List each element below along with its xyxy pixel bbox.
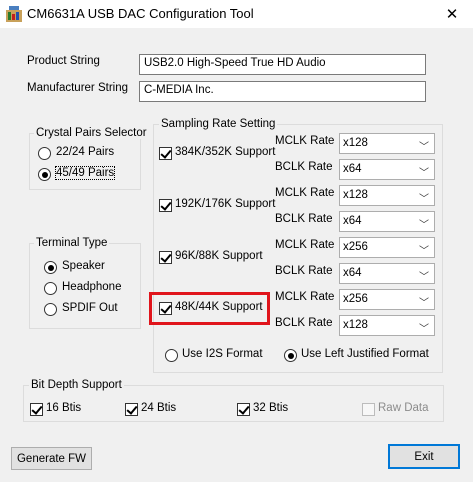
mclk-rate-label: MCLK Rate bbox=[275, 135, 335, 147]
bit-depth-label: 24 Btis bbox=[141, 402, 177, 414]
sampling-row-192k[interactable]: 192K/176K Support bbox=[159, 198, 275, 214]
format-option-i2s[interactable]: Use I2S Format bbox=[165, 348, 275, 364]
terminal-type-title: Terminal Type bbox=[34, 237, 110, 249]
select-value: x128 bbox=[343, 319, 368, 331]
radio-22-24[interactable] bbox=[38, 147, 51, 160]
radio-headphone[interactable] bbox=[44, 282, 57, 295]
format-option-label: Use I2S Format bbox=[182, 348, 263, 360]
chevron-down-icon: ﹀ bbox=[419, 220, 429, 231]
app-icon bbox=[6, 6, 22, 22]
terminal-option-speaker[interactable]: Speaker bbox=[44, 260, 134, 276]
terminal-option-label: Headphone bbox=[62, 281, 122, 293]
radio-45-49[interactable] bbox=[38, 168, 51, 181]
generate-fw-button[interactable]: Generate FW bbox=[11, 447, 92, 470]
close-button[interactable]: ✕ bbox=[431, 0, 473, 28]
sampling-row-384k[interactable]: 384K/352K Support bbox=[159, 146, 275, 162]
bclk-select-192k[interactable]: x64 ﹀ bbox=[339, 211, 435, 232]
crystal-option-label: 22/24 Pairs bbox=[56, 146, 115, 158]
chevron-down-icon: ﹀ bbox=[419, 324, 429, 335]
format-option-label: Use Left Justified Format bbox=[301, 348, 429, 360]
bclk-rate-label: BCLK Rate bbox=[275, 265, 333, 277]
select-value: x64 bbox=[343, 267, 362, 279]
bclk-rate-label: BCLK Rate bbox=[275, 317, 333, 329]
chevron-down-icon: ﹀ bbox=[419, 246, 429, 257]
radio-spdif[interactable] bbox=[44, 303, 57, 316]
select-value: x256 bbox=[343, 241, 368, 253]
checkbox-16-bit[interactable] bbox=[30, 403, 43, 416]
terminal-option-label: Speaker bbox=[62, 260, 105, 272]
chevron-down-icon: ﹀ bbox=[419, 272, 429, 283]
product-string-label: Product String bbox=[27, 55, 100, 67]
mclk-select-192k[interactable]: x128 ﹀ bbox=[339, 185, 435, 206]
select-value: x256 bbox=[343, 293, 368, 305]
chevron-down-icon: ﹀ bbox=[419, 168, 429, 179]
sampling-row-label: 96K/88K Support bbox=[175, 250, 263, 262]
checkbox-32-bit[interactable] bbox=[237, 403, 250, 416]
sampling-row-96k[interactable]: 96K/88K Support bbox=[159, 250, 271, 266]
bit-depth-title: Bit Depth Support bbox=[29, 379, 124, 391]
window-title: CM6631A USB DAC Configuration Tool bbox=[27, 6, 254, 21]
crystal-option-45-49[interactable]: 45/49 Pairs bbox=[38, 166, 138, 183]
select-value: x128 bbox=[343, 137, 368, 149]
sampling-row-48k[interactable]: 48K/44K Support bbox=[159, 301, 264, 317]
bit-depth-raw: Raw Data bbox=[362, 402, 437, 418]
bclk-select-96k[interactable]: x64 ﹀ bbox=[339, 263, 435, 284]
checkbox-384k[interactable] bbox=[159, 147, 172, 160]
bit-depth-label: 32 Btis bbox=[253, 402, 289, 414]
checkbox-raw-data bbox=[362, 403, 375, 416]
radio-speaker[interactable] bbox=[44, 261, 57, 274]
title-bar: CM6631A USB DAC Configuration Tool ✕ bbox=[0, 0, 473, 28]
bclk-rate-label: BCLK Rate bbox=[275, 161, 333, 173]
bit-depth-32[interactable]: 32 Btis bbox=[237, 402, 307, 418]
mclk-rate-label: MCLK Rate bbox=[275, 187, 335, 199]
checkbox-48k[interactable] bbox=[159, 302, 172, 315]
mclk-select-48k[interactable]: x256 ﹀ bbox=[339, 289, 435, 310]
close-icon: ✕ bbox=[445, 6, 459, 23]
manufacturer-string-input[interactable]: C-MEDIA Inc. bbox=[139, 81, 426, 102]
bclk-rate-label: BCLK Rate bbox=[275, 213, 333, 225]
format-option-left-justified[interactable]: Use Left Justified Format bbox=[284, 348, 434, 364]
manufacturer-string-label: Manufacturer String bbox=[27, 82, 128, 94]
sampling-row-label: 384K/352K Support bbox=[175, 146, 276, 158]
crystal-pairs-title: Crystal Pairs Selector bbox=[34, 127, 149, 139]
bclk-select-384k[interactable]: x64 ﹀ bbox=[339, 159, 435, 180]
mclk-select-96k[interactable]: x256 ﹀ bbox=[339, 237, 435, 258]
chevron-down-icon: ﹀ bbox=[419, 298, 429, 309]
bclk-select-48k[interactable]: x128 ﹀ bbox=[339, 315, 435, 336]
bit-depth-label: 16 Btis bbox=[46, 402, 82, 414]
sampling-row-label: 48K/44K Support bbox=[175, 301, 263, 313]
radio-left-justified[interactable] bbox=[284, 349, 297, 362]
exit-button[interactable]: Exit bbox=[388, 444, 460, 469]
mclk-rate-label: MCLK Rate bbox=[275, 291, 335, 303]
bit-depth-24[interactable]: 24 Btis bbox=[125, 402, 195, 418]
sampling-row-label: 192K/176K Support bbox=[175, 198, 276, 210]
sampling-rate-title: Sampling Rate Setting bbox=[159, 118, 278, 130]
chevron-down-icon: ﹀ bbox=[419, 142, 429, 153]
terminal-option-spdif[interactable]: SPDIF Out bbox=[44, 302, 134, 318]
crystal-option-22-24[interactable]: 22/24 Pairs bbox=[38, 146, 138, 162]
radio-i2s[interactable] bbox=[165, 349, 178, 362]
bit-depth-label: Raw Data bbox=[378, 402, 429, 414]
select-value: x64 bbox=[343, 215, 362, 227]
checkbox-24-bit[interactable] bbox=[125, 403, 138, 416]
select-value: x64 bbox=[343, 163, 362, 175]
terminal-option-label: SPDIF Out bbox=[62, 302, 118, 314]
mclk-select-384k[interactable]: x128 ﹀ bbox=[339, 133, 435, 154]
mclk-rate-label: MCLK Rate bbox=[275, 239, 335, 251]
checkbox-192k[interactable] bbox=[159, 199, 172, 212]
select-value: x128 bbox=[343, 189, 368, 201]
terminal-option-headphone[interactable]: Headphone bbox=[44, 281, 134, 297]
chevron-down-icon: ﹀ bbox=[419, 194, 429, 205]
checkbox-96k[interactable] bbox=[159, 251, 172, 264]
crystal-option-label: 45/49 Pairs bbox=[54, 166, 116, 180]
product-string-input[interactable]: USB2.0 High-Speed True HD Audio bbox=[139, 54, 426, 75]
bit-depth-16[interactable]: 16 Btis bbox=[30, 402, 90, 418]
